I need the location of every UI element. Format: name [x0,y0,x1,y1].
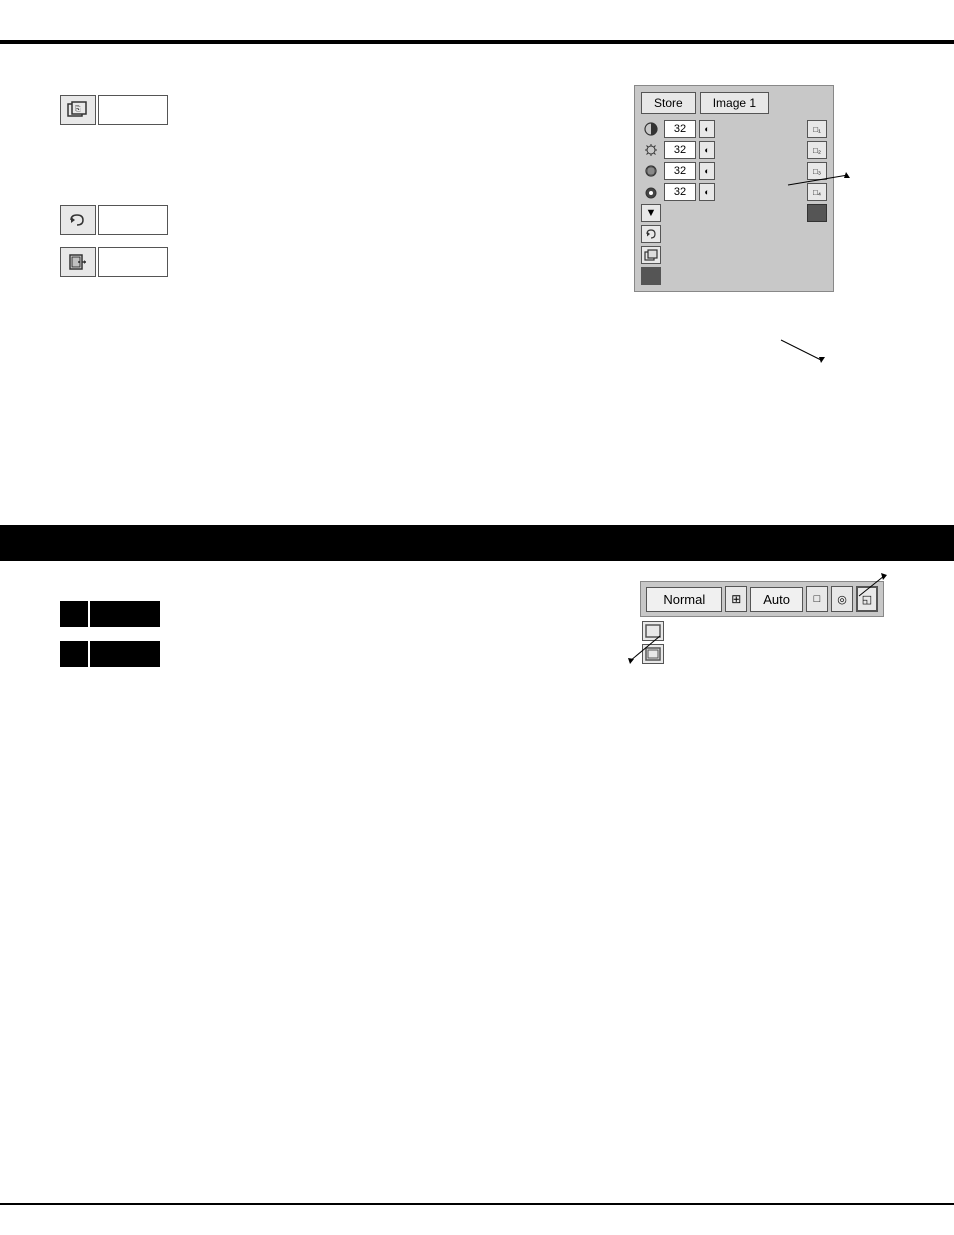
color-value: 32 [664,162,696,180]
exit-label [98,247,168,277]
bottom-border [0,1203,954,1205]
copy-button-row: ⎘ [60,95,168,125]
tint-icon [641,183,661,201]
lower-right-panel: Normal ⊞ Auto □ ◎ ◱ [640,581,884,664]
brightness-adj[interactable]: ◐ [699,141,715,159]
annotation-arrow-3 [620,631,670,674]
arrow-down-icon[interactable]: ▼ [641,204,661,222]
store-button[interactable]: Store [641,92,696,114]
lower-icon-1[interactable] [60,601,88,627]
arrow-down-row: ▼ [641,204,803,222]
tint-adj[interactable]: ◐ [699,183,715,201]
panel-header: Store Image 1 [641,92,827,114]
lower-icon-2[interactable] [60,641,88,667]
tint-value: 32 [664,183,696,201]
refresh-icon[interactable]: ◎ [831,586,853,612]
square-icon[interactable]: □ [806,586,828,612]
expand-icon[interactable]: ⊞ [725,586,747,612]
door-icon[interactable] [60,247,96,277]
auto-button[interactable]: Auto [750,587,803,612]
brightness-value: 32 [664,141,696,159]
color-icon [641,162,661,180]
delete-icon[interactable] [641,267,661,285]
copy-small-icon[interactable] [641,246,661,264]
normal-button[interactable]: Normal [646,587,722,612]
normal-bar: Normal ⊞ Auto □ ◎ ◱ [640,581,884,617]
door-icon-svg [67,253,89,271]
left-button-group: ⎘ [60,95,168,289]
copy-icon-svg: ⎘ [67,101,89,119]
lower-left-buttons [60,601,160,681]
annotation-arrow-4 [854,571,894,604]
lower-sub-panel [640,621,884,664]
undo-small-icon[interactable] [641,225,661,243]
image-1-btn[interactable]: □₁ [807,120,827,138]
lower-label-2 [90,641,160,667]
image-2-btn[interactable]: □₂ [807,141,827,159]
panel-bottom-buttons [641,225,803,285]
image-button[interactable]: Image 1 [700,92,769,114]
top-border [0,40,954,44]
contrast-icon [641,120,661,138]
contrast-adj[interactable]: ◐ [699,120,715,138]
black-header-bar [0,525,954,561]
lower-btn-row-2 [60,641,160,667]
upper-section: ⎘ [0,55,954,495]
annotation-arrow-1 [778,170,858,203]
svg-text:⎘: ⎘ [75,105,81,113]
contrast-row: 32 ◐ [641,120,803,138]
lower-label-1 [90,601,160,627]
copy-icon[interactable]: ⎘ [60,95,96,125]
contrast-value: 32 [664,120,696,138]
copy-label [98,95,168,125]
brightness-row: 32 ◐ [641,141,803,159]
undo-icon-svg [67,211,89,229]
annotation-arrow-2 [776,335,836,368]
image-solid-btn[interactable] [807,204,827,222]
color-adj[interactable]: ◐ [699,162,715,180]
brightness-icon [641,141,661,159]
undo-label [98,205,168,235]
lower-btn-row-1 [60,601,160,627]
exit-button-row [60,247,168,277]
undo-button-row [60,205,168,235]
undo-icon[interactable] [60,205,96,235]
